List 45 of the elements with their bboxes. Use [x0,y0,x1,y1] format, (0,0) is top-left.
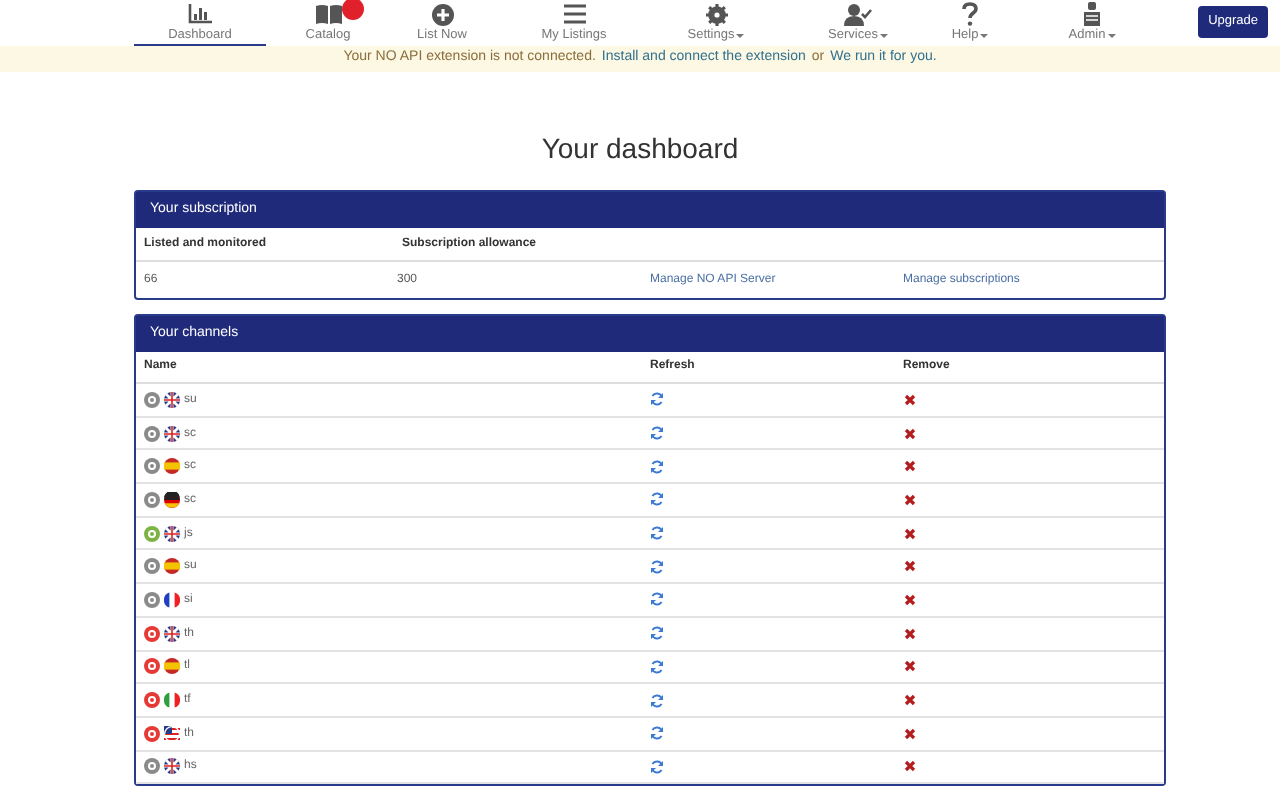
refresh-icon[interactable] [650,559,664,574]
page-title: Your dashboard [539,130,741,168]
remove-icon[interactable] [903,427,915,440]
admin-icon [1082,2,1102,26]
remove-icon[interactable] [903,760,915,773]
refresh-icon[interactable] [650,592,664,607]
plus-icon [431,2,453,26]
remove-icon[interactable] [903,627,915,640]
remove-icon[interactable] [903,694,915,707]
flag-icon [164,458,180,475]
refresh-icon[interactable] [650,392,664,407]
refresh-icon[interactable] [650,693,664,708]
settings-icon [705,2,727,26]
user-check-icon [844,2,872,26]
flag-icon [164,591,180,608]
remove-icon[interactable] [903,393,915,406]
flag-icon [164,625,180,642]
refresh-icon[interactable] [650,759,664,774]
remove-icon[interactable] [903,727,915,740]
flag-icon [164,725,180,742]
refresh-icon[interactable] [650,426,664,441]
flag-icon [164,525,180,542]
book-icon [315,2,341,26]
refresh-icon[interactable] [650,626,664,641]
refresh-icon[interactable] [650,492,664,507]
flag-icon [164,658,180,675]
chart-icon [188,2,212,26]
remove-icon[interactable] [903,560,915,573]
question-icon [962,2,978,26]
refresh-icon[interactable] [650,459,664,474]
remove-icon[interactable] [903,460,915,473]
refresh-icon[interactable] [650,726,664,741]
refresh-icon[interactable] [650,526,664,541]
remove-icon[interactable] [903,660,915,673]
flag-icon [164,558,180,575]
flag-icon [164,391,180,408]
refresh-icon[interactable] [650,659,664,674]
remove-icon[interactable] [903,527,915,540]
remove-icon[interactable] [903,493,915,506]
remove-icon[interactable] [903,593,915,606]
flag-icon [164,758,180,775]
flag-icon [164,425,180,442]
flag-icon [164,692,180,709]
flag-icon [164,491,180,508]
menu-icon [563,2,585,26]
